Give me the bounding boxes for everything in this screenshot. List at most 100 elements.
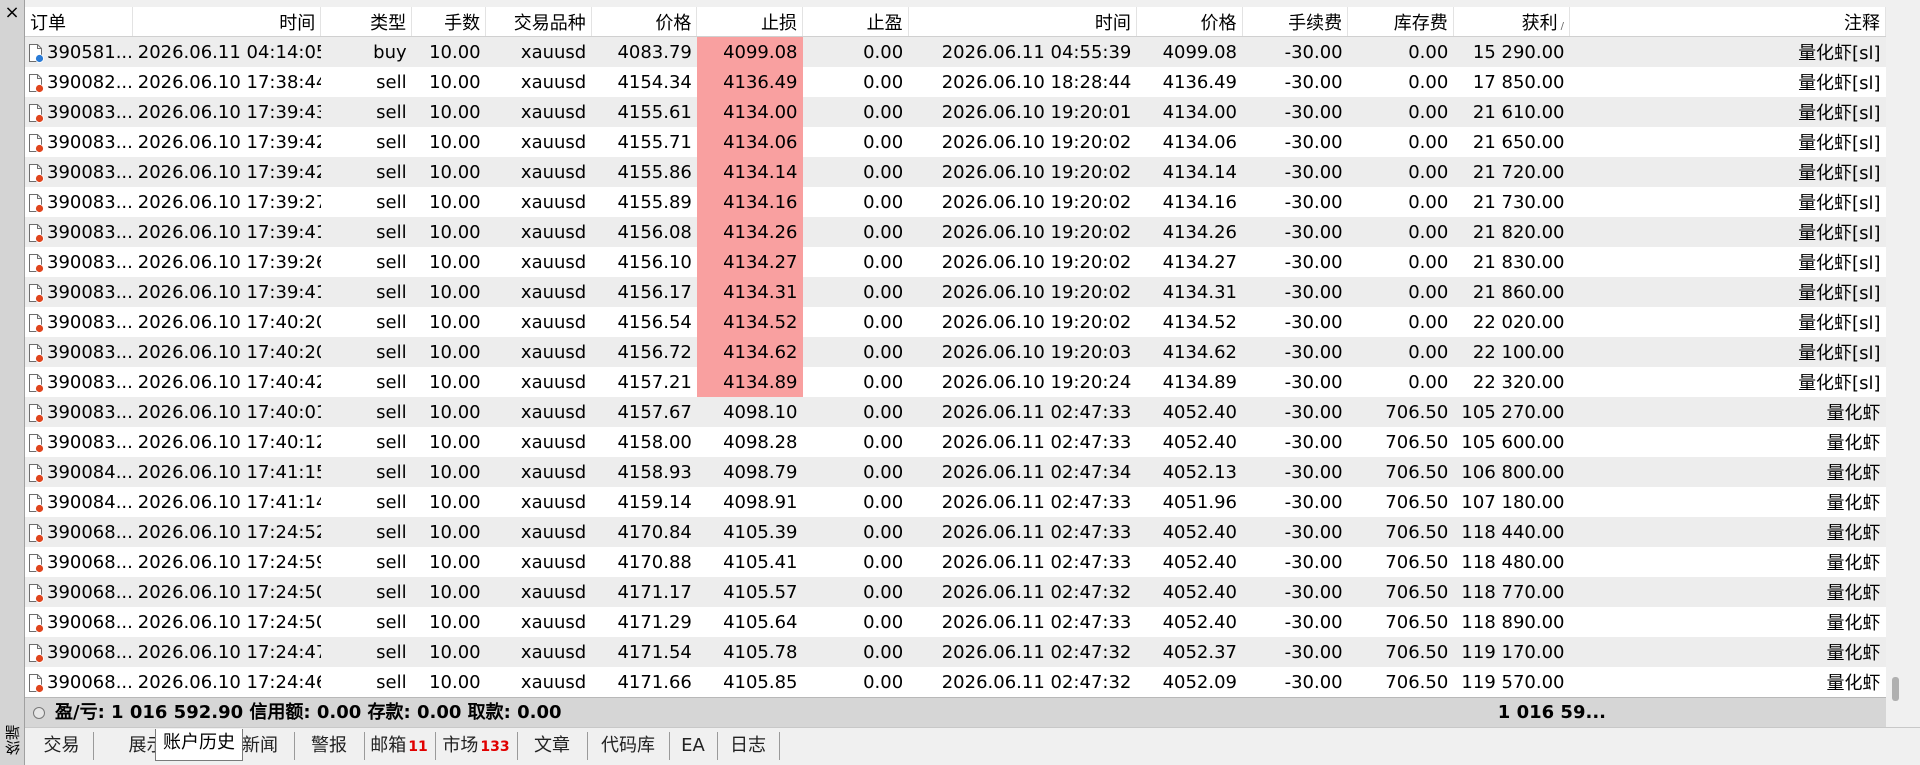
commission-cell: -30.00	[1242, 547, 1348, 577]
comment-cell: 量化虾	[1569, 667, 1886, 697]
close-price-cell: 4134.14	[1136, 157, 1242, 187]
profit-value: 119 570.00	[1461, 671, 1565, 693]
account-history-table: 订单 时间 类型 手数 交易品种 价格 止损 止盈 时间 价格 手续费 库存费 获利 / 注释 390581…	[25, 7, 1886, 697]
scrollbar-thumb[interactable]	[1892, 677, 1899, 701]
comment-value: 量化虾[sl]	[1798, 373, 1881, 394]
lots-value: 10.00	[429, 551, 481, 573]
table-row[interactable]: 390068... 2026.06.10 17:24:50 sell 10.00 xau…	[25, 607, 1886, 637]
column-header[interactable]: 获利 /	[1453, 7, 1570, 37]
tab-6[interactable]: 市场 133	[435, 732, 518, 760]
stop-loss-cell: 4105.64	[696, 607, 803, 637]
lots-value: 10.00	[429, 641, 481, 663]
open-time-value: 2026.06.10 17:39:41	[137, 281, 321, 303]
table-row[interactable]: 390084... 2026.06.10 17:41:15 sell 10.00 xau…	[25, 457, 1886, 487]
table-row[interactable]: 390083... 2026.06.10 17:39:26 sell 10.00 xau…	[25, 247, 1886, 277]
table-row[interactable]: 390083... 2026.06.10 17:40:01 sell 10.00 xau…	[25, 397, 1886, 427]
table-row[interactable]: 390083... 2026.06.10 17:39:42 sell 10.00 xau…	[25, 127, 1886, 157]
close-time-cell: 2026.06.11 02:47:34	[908, 457, 1137, 487]
column-header[interactable]: 库存费	[1347, 7, 1454, 37]
open-time-cell: 2026.06.10 17:40:42	[132, 367, 321, 397]
table-row[interactable]: 390083... 2026.06.10 17:40:12 sell 10.00 xau…	[25, 427, 1886, 457]
column-header[interactable]: 手续费	[1242, 7, 1349, 37]
stop-loss-cell: 4105.39	[696, 517, 803, 547]
column-header[interactable]: 价格	[591, 7, 698, 37]
table-row[interactable]: 390083... 2026.06.10 17:40:20 sell 10.00 xau…	[25, 307, 1886, 337]
table-row[interactable]: 390082... 2026.06.10 17:38:44 sell 10.00 xau…	[25, 67, 1886, 97]
column-header[interactable]: 手数	[411, 7, 487, 37]
open-price-cell: 4154.34	[591, 67, 697, 97]
swap-cell: 0.00	[1347, 187, 1454, 217]
column-header[interactable]: 订单	[25, 7, 134, 37]
lots-value: 10.00	[429, 581, 481, 603]
type-cell: sell	[320, 547, 412, 577]
close-button[interactable]: ×	[2, 1, 22, 25]
type-value: sell	[376, 581, 407, 603]
tab-10[interactable]: 日志	[717, 732, 780, 760]
stop-loss-cell: 4134.52	[696, 307, 803, 337]
table-row[interactable]: 390083... 2026.06.10 17:40:20 sell 10.00 xau…	[25, 337, 1886, 367]
type-value: sell	[376, 191, 407, 213]
tab-9[interactable]: EA	[669, 732, 718, 760]
tab-label: 新闻	[242, 735, 278, 756]
take-profit-cell: 0.00	[802, 457, 909, 487]
table-row[interactable]: 390083... 2026.06.10 17:39:42 sell 10.00 xau…	[25, 157, 1886, 187]
comment-cell: 量化虾[sl]	[1569, 217, 1886, 247]
symbol-cell: xauusd	[485, 427, 592, 457]
open-time-cell: 2026.06.10 17:39:27	[132, 187, 321, 217]
table-row[interactable]: 390068... 2026.06.10 17:24:52 sell 10.00 xau…	[25, 517, 1886, 547]
vertical-scrollbar[interactable]	[1887, 7, 1905, 701]
lots-value: 10.00	[429, 281, 481, 303]
symbol-cell: xauusd	[485, 307, 592, 337]
close-time-value: 2026.06.11 02:47:34	[941, 461, 1132, 483]
column-header[interactable]: 止盈	[802, 7, 909, 37]
table-row[interactable]: 390083... 2026.06.10 17:39:41 sell 10.00 xau…	[25, 277, 1886, 307]
table-row[interactable]: 390068... 2026.06.10 17:24:59 sell 10.00 xau…	[25, 547, 1886, 577]
comment-value: 量化虾	[1826, 673, 1881, 694]
close-price-cell: 4051.96	[1136, 487, 1242, 517]
tab-0[interactable]: 交易	[30, 732, 94, 760]
comment-cell: 量化虾	[1569, 487, 1886, 517]
column-header[interactable]: 交易品种	[485, 7, 592, 37]
tab-7[interactable]: 文章	[517, 732, 588, 760]
table-row[interactable]: 390083... 2026.06.10 17:39:41 sell 10.00 xau…	[25, 217, 1886, 247]
close-price-value: 4134.62	[1162, 341, 1237, 363]
close-price-value: 4052.40	[1162, 521, 1237, 543]
table-row[interactable]: 390068... 2026.06.10 17:24:47 sell 10.00 xau…	[25, 637, 1886, 667]
tab-label: 警报	[311, 735, 347, 756]
table-row[interactable]: 390083... 2026.06.10 17:40:42 sell 10.00 xau…	[25, 367, 1886, 397]
tab-5[interactable]: 邮箱 11	[363, 732, 436, 760]
take-profit-cell: 0.00	[802, 547, 909, 577]
table-row[interactable]: 390084... 2026.06.10 17:41:14 sell 10.00 xau…	[25, 487, 1886, 517]
comment-cell: 量化虾[sl]	[1569, 367, 1886, 397]
lots-cell: 10.00	[411, 457, 486, 487]
comment-cell: 量化虾[sl]	[1569, 307, 1886, 337]
sell-doc-icon	[28, 583, 44, 603]
take-profit-cell: 0.00	[802, 577, 909, 607]
column-header[interactable]: 止损	[696, 7, 804, 37]
open-time-cell: 2026.06.10 17:24:59	[132, 547, 321, 577]
open-time-value: 2026.06.10 17:40:01	[137, 401, 321, 423]
column-header[interactable]: 注释	[1569, 7, 1886, 37]
lots-value: 10.00	[429, 221, 481, 243]
column-header[interactable]: 时间	[908, 7, 1137, 37]
lots-value: 10.00	[429, 191, 481, 213]
tab-3[interactable]: 新闻	[226, 732, 295, 760]
tab-4[interactable]: 警报	[294, 732, 365, 760]
ticket-cell: 390083...	[25, 97, 133, 127]
commission-value: -30.00	[1284, 251, 1343, 273]
table-row[interactable]: 390083... 2026.06.10 17:39:43 sell 10.00 xau…	[25, 97, 1886, 127]
column-header[interactable]: 时间	[132, 7, 322, 37]
symbol-value: xauusd	[520, 611, 587, 633]
swap-cell: 706.50	[1347, 577, 1454, 607]
swap-value: 0.00	[1408, 41, 1449, 63]
tab-8[interactable]: 代码库	[587, 732, 670, 760]
table-row[interactable]: 390068... 2026.06.10 17:24:46 sell 10.00 xau…	[25, 667, 1886, 697]
table-row[interactable]: 390083... 2026.06.10 17:39:27 sell 10.00 xau…	[25, 187, 1886, 217]
column-header[interactable]: 价格	[1136, 7, 1243, 37]
stop-loss-value: 4098.28	[723, 431, 798, 453]
table-row[interactable]: 390068... 2026.06.10 17:24:50 sell 10.00 xau…	[25, 577, 1886, 607]
table-row[interactable]: 390581... 2026.06.11 04:14:05 buy 10.00 xauu…	[25, 36, 1886, 67]
column-header[interactable]: 类型	[320, 7, 413, 37]
open-price-value: 4155.86	[617, 161, 692, 183]
commission-cell: -30.00	[1242, 36, 1348, 67]
